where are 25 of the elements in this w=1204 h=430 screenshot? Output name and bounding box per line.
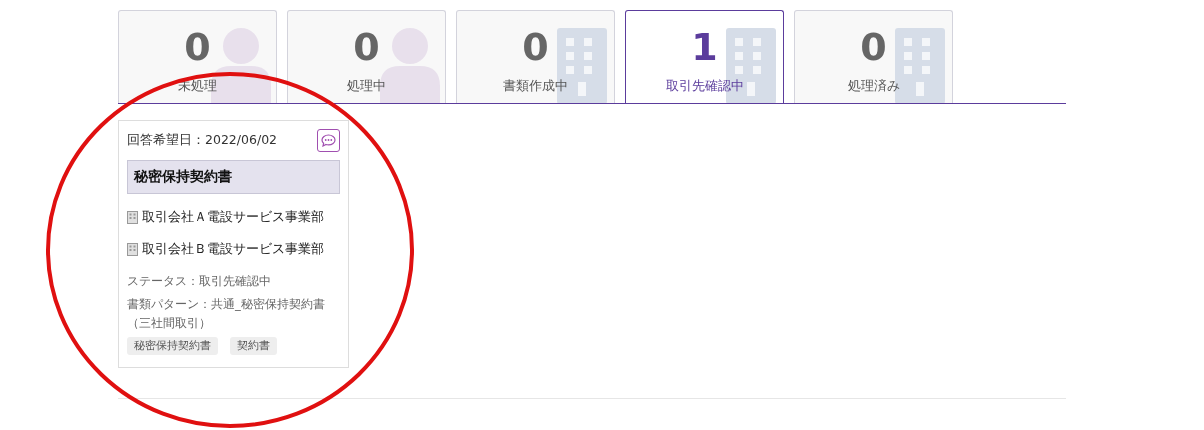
tab-label: 取引先確認中: [665, 78, 744, 93]
due-date: 回答希望日：2022/06/02: [127, 132, 278, 149]
tag: 秘密保持契約書: [127, 337, 218, 355]
building-icon: [127, 242, 138, 256]
comment-button[interactable]: [317, 129, 340, 152]
document-title: 秘密保持契約書: [127, 160, 340, 194]
company-name: 取引会社Ａ電設サービス事業部: [142, 208, 324, 226]
tab-count: 0: [860, 25, 887, 69]
company-name: 取引会社Ｂ電設サービス事業部: [142, 240, 324, 258]
tab-count: 1: [691, 25, 718, 69]
status-text: ステータス：取引先確認中: [127, 273, 272, 290]
status-tab[interactable]: 0 処理済み: [794, 10, 953, 103]
status-tab[interactable]: 0 処理中: [287, 10, 446, 103]
status-tab[interactable]: 1 取引先確認中: [625, 10, 784, 103]
tab-count: 0: [184, 25, 211, 69]
tab-label: 書類作成中: [503, 78, 568, 93]
status-tab[interactable]: 0 書類作成中: [456, 10, 615, 103]
building-icon: [127, 210, 138, 224]
tag: 契約書: [230, 337, 277, 355]
tab-count: 0: [353, 25, 380, 69]
pattern-text: 書類パターン：共通_秘密保持契約書（三社間取引）: [127, 296, 326, 332]
tab-count: 0: [522, 25, 549, 69]
chat-icon: [321, 134, 336, 147]
tab-label: 処理中: [347, 78, 386, 93]
tab-label: 処理済み: [847, 78, 900, 93]
